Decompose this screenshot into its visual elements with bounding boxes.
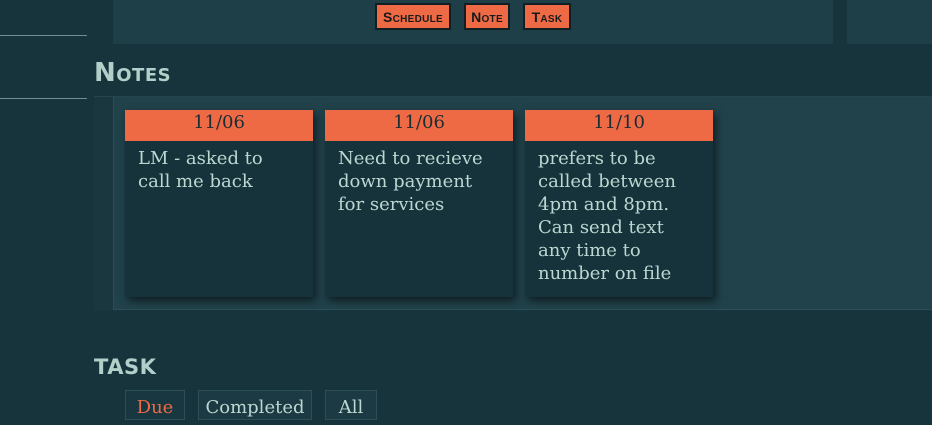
- tab-completed[interactable]: Completed: [198, 390, 312, 420]
- note-text: Need to recieve down payment for service…: [338, 148, 483, 215]
- sidebar-divider: [0, 98, 87, 99]
- note-date: 11/06: [325, 110, 513, 141]
- task-heading: TASK: [94, 355, 157, 379]
- note-text: LM - asked to call me back: [138, 148, 263, 192]
- schedule-button[interactable]: Schedule: [375, 3, 451, 30]
- tab-all[interactable]: All: [325, 390, 377, 420]
- note-button[interactable]: Note: [464, 3, 510, 30]
- note-date: 11/10: [525, 110, 713, 141]
- sidebar-divider: [0, 35, 87, 36]
- note-card[interactable]: 11/06 LM - asked to call me back: [125, 110, 313, 297]
- note-text: prefers to be called between 4pm and 8pm…: [538, 148, 676, 284]
- top-panel-right: [847, 0, 932, 44]
- task-button[interactable]: Task: [523, 3, 571, 30]
- notes-heading: Notes: [94, 58, 172, 88]
- note-card[interactable]: 11/10 prefers to be called between 4pm a…: [525, 110, 713, 297]
- tab-due[interactable]: Due: [125, 390, 185, 420]
- note-date: 11/06: [125, 110, 313, 141]
- note-card[interactable]: 11/06 Need to recieve down payment for s…: [325, 110, 513, 297]
